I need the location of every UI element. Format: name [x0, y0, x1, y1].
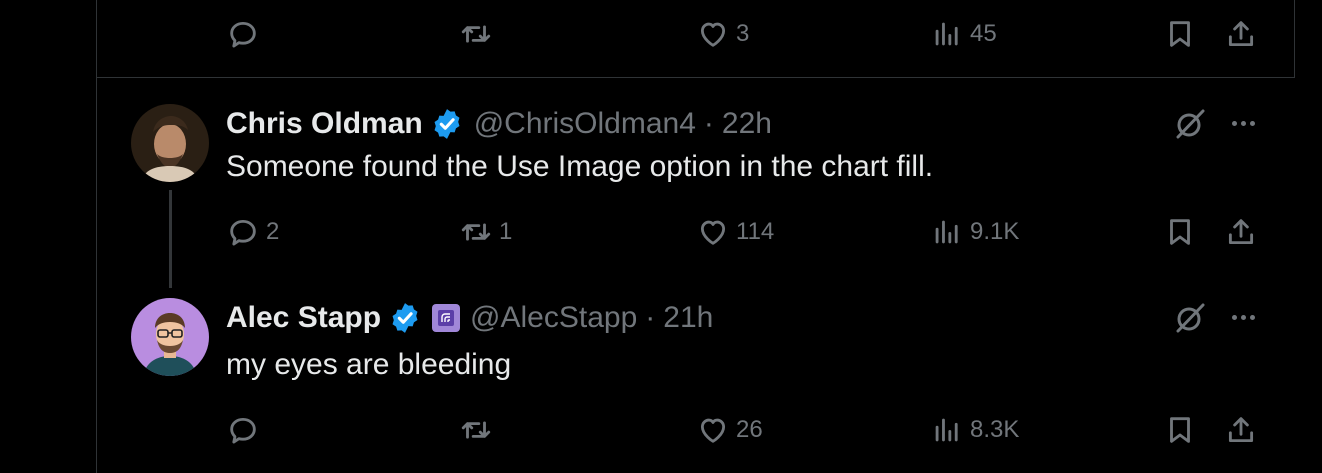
- bookmark-icon: [1170, 21, 1190, 47]
- more-icon-dot: [1240, 314, 1246, 320]
- grok-button[interactable]: [1172, 300, 1208, 336]
- bookmark-button[interactable]: [1163, 212, 1197, 252]
- like-count: 26: [736, 416, 763, 443]
- views-icon: [935, 418, 958, 442]
- author-name[interactable]: Chris Oldman: [226, 107, 423, 141]
- bookmark-icon: [1170, 219, 1190, 245]
- dot-separator: ·: [703, 107, 714, 140]
- reply1-action-bar: 2 1 114 9.1K: [0, 212, 1322, 252]
- grok-icon: [1176, 109, 1205, 139]
- reply-button[interactable]: [226, 14, 266, 54]
- bookmark-button[interactable]: [1163, 410, 1197, 450]
- share-icon: [1228, 21, 1254, 47]
- like-icon: [700, 418, 726, 443]
- retweet-icon: [461, 223, 491, 241]
- like-button[interactable]: 26: [696, 410, 763, 450]
- author-handle[interactable]: @ChrisOldman4: [474, 107, 696, 141]
- retweet-count: 1: [499, 218, 513, 245]
- views-button[interactable]: 45: [930, 14, 997, 54]
- reply-icon: [230, 21, 256, 48]
- author-handle[interactable]: @AlecStapp: [470, 301, 637, 335]
- like-button[interactable]: 3: [696, 14, 749, 54]
- share-icon: [1228, 219, 1254, 245]
- more-icon-dot: [1249, 314, 1255, 320]
- more-icon-dot: [1249, 120, 1255, 126]
- share-button[interactable]: [1224, 410, 1258, 450]
- top-tweet-action-bar: 3 45: [0, 14, 1322, 54]
- tweet-time[interactable]: 22h: [722, 107, 772, 141]
- affiliation-logo-icon: [438, 310, 455, 326]
- tweet-time[interactable]: 21h: [663, 301, 713, 335]
- views-button[interactable]: 9.1K: [930, 212, 1019, 252]
- more-button[interactable]: [1226, 300, 1260, 334]
- avatar-chris-oldman[interactable]: [131, 104, 209, 182]
- share-icon: [1228, 417, 1254, 443]
- verified-badge-icon: [392, 303, 418, 333]
- share-button[interactable]: [1224, 14, 1258, 54]
- reply1-header: Chris Oldman @ChrisOldman4 · 22h: [226, 104, 772, 144]
- bookmark-button[interactable]: [1163, 14, 1197, 54]
- bookmark-icon: [1170, 417, 1190, 443]
- reply-icon: [230, 219, 256, 246]
- tweet-text: my eyes are bleeding: [226, 348, 512, 381]
- views-count: 8.3K: [970, 416, 1020, 443]
- views-count: 45: [970, 20, 997, 47]
- reply-count: 2: [266, 218, 280, 245]
- like-count: 3: [736, 20, 750, 47]
- retweet-button[interactable]: 1: [459, 212, 512, 252]
- retweet-icon: [461, 421, 491, 439]
- views-button[interactable]: 8.3K: [930, 410, 1019, 450]
- tweet-text: Someone found the Use Image option in th…: [226, 150, 934, 183]
- avatar-alec-stapp[interactable]: [131, 298, 209, 376]
- affiliation-badge-icon[interactable]: [432, 304, 461, 332]
- reply2-header: Alec Stapp @AlecStapp · 21h: [226, 298, 713, 338]
- retweet-button[interactable]: [459, 14, 499, 54]
- like-icon: [700, 220, 726, 245]
- views-count: 9.1K: [970, 218, 1020, 245]
- reply-icon: [230, 417, 256, 444]
- verified-badge-icon: [434, 109, 460, 139]
- like-count: 114: [736, 218, 775, 245]
- author-name[interactable]: Alec Stapp: [226, 301, 381, 335]
- like-button[interactable]: 114: [696, 212, 774, 252]
- more-button[interactable]: [1226, 106, 1260, 140]
- grok-button[interactable]: [1172, 106, 1208, 142]
- more-icon-dot: [1240, 120, 1246, 126]
- tweet-separator: [96, 77, 1295, 78]
- dot-separator: ·: [645, 301, 656, 334]
- views-icon: [935, 22, 958, 46]
- retweet-button[interactable]: [459, 410, 499, 450]
- share-button[interactable]: [1224, 212, 1258, 252]
- reply-button[interactable]: [226, 410, 266, 450]
- grok-icon: [1176, 303, 1205, 333]
- avatar-image: [131, 298, 209, 376]
- reply2-action-bar: 26 8.3K: [0, 410, 1322, 450]
- views-icon: [935, 220, 958, 244]
- like-icon: [700, 22, 726, 47]
- more-icon: [1231, 314, 1237, 320]
- more-icon: [1231, 120, 1237, 126]
- retweet-icon: [461, 25, 491, 43]
- reply-button[interactable]: 2: [226, 212, 279, 252]
- avatar-image: [131, 104, 209, 182]
